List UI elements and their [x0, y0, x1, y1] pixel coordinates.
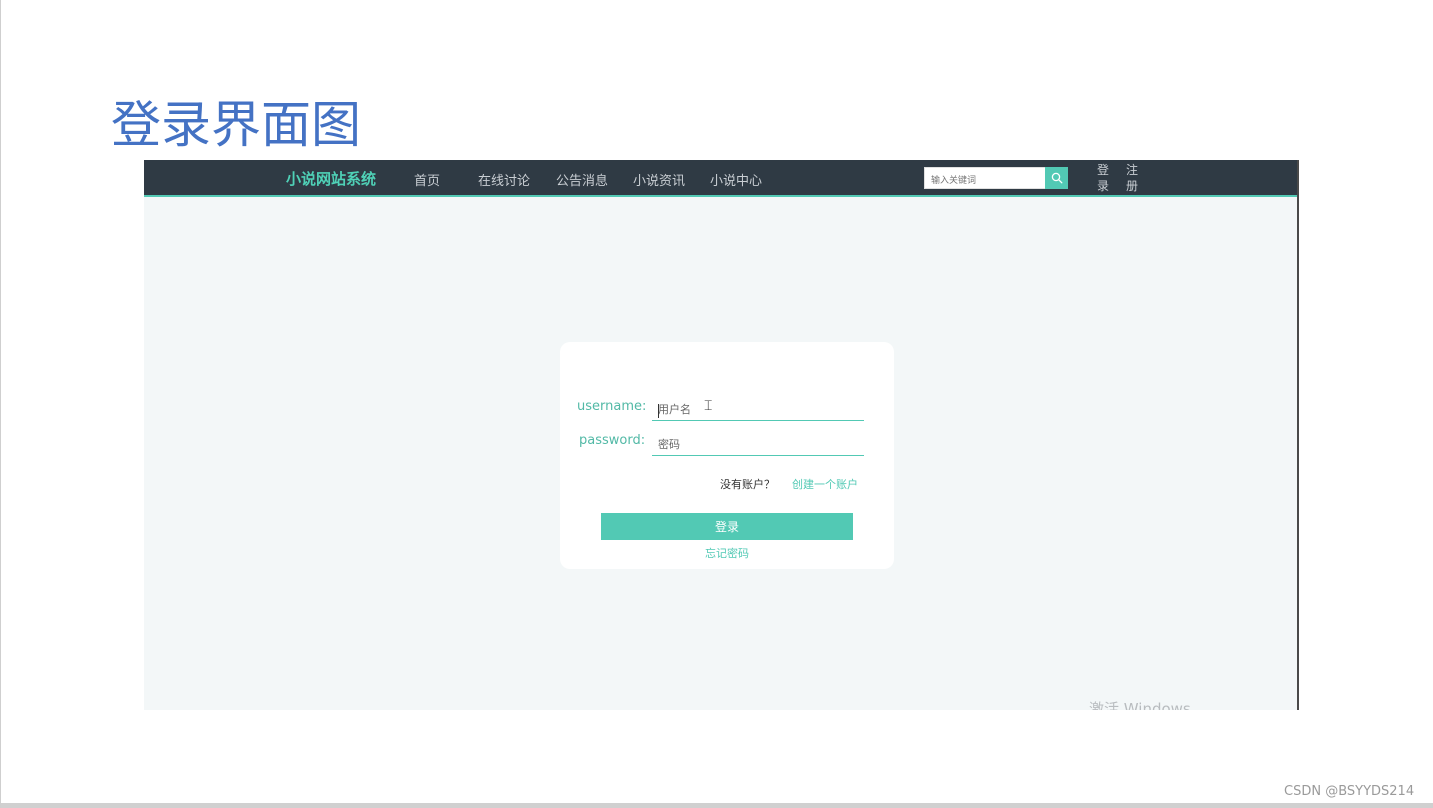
presentation-slide: 登录界面图 小说网站系统 首页 在线讨论 公告消息 小说资讯 小说中心 登录 注…: [0, 0, 1433, 808]
nav-item-novel-center[interactable]: 小说中心: [710, 170, 762, 189]
ibeam-cursor-icon: ⌶: [704, 398, 713, 414]
password-label: password:: [579, 433, 646, 448]
password-input[interactable]: [652, 434, 864, 456]
login-link[interactable]: 登录: [1097, 162, 1111, 194]
site-brand[interactable]: 小说网站系统: [286, 168, 376, 189]
search-button[interactable]: [1045, 167, 1068, 189]
windows-activation-watermark: 激活 Windows: [1089, 700, 1191, 710]
nav-item-home[interactable]: 首页: [414, 170, 440, 189]
username-input[interactable]: [652, 399, 864, 421]
website-screenshot: 小说网站系统 首页 在线讨论 公告消息 小说资讯 小说中心 登录 注册 user…: [144, 160, 1299, 710]
slide-title: 登录界面图: [111, 96, 361, 154]
search-icon: [1051, 172, 1062, 184]
footer-credit: CSDN @BSYYDS214: [1284, 784, 1415, 799]
no-account-text: 没有账户？: [720, 478, 775, 491]
forgot-password-link[interactable]: 忘记密码: [560, 545, 894, 561]
nav-item-online-discussion[interactable]: 在线讨论: [478, 170, 530, 189]
top-navbar: 小说网站系统 首页 在线讨论 公告消息 小说资讯 小说中心 登录 注册: [144, 160, 1297, 197]
slide-bottom-rule: [1, 803, 1433, 808]
create-account-link[interactable]: 创建一个账户: [792, 476, 858, 492]
username-label: username:: [577, 399, 647, 414]
search-input[interactable]: [925, 171, 1043, 191]
text-caret: [658, 404, 659, 418]
login-button[interactable]: 登录: [601, 513, 853, 540]
register-link[interactable]: 注册: [1126, 162, 1140, 194]
nav-item-novel-news[interactable]: 小说资讯: [633, 170, 685, 189]
search-box: [924, 167, 1046, 191]
login-card: username: ⌶ password: 没有账户？ 创建一个账户 登录 忘记…: [560, 342, 894, 569]
nav-item-announcements[interactable]: 公告消息: [556, 170, 608, 189]
